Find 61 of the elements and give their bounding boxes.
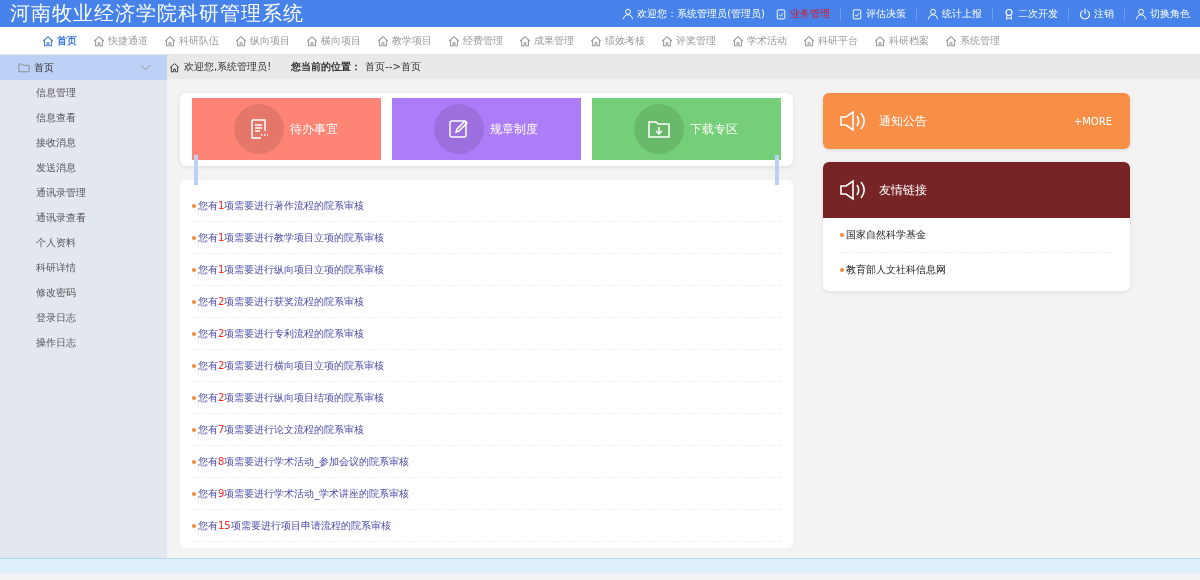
home-icon [945, 34, 957, 47]
sidebar-item[interactable]: 科研详情 [0, 255, 167, 280]
user-icon [622, 7, 635, 20]
header-link[interactable]: 评估决策 [851, 6, 906, 21]
user-icon [927, 7, 939, 20]
power-icon [1079, 7, 1091, 20]
links-title: 友情链接 [879, 181, 927, 199]
home-icon [732, 34, 744, 47]
system-title: 河南牧业经济学院科研管理系统 [10, 0, 304, 27]
home-icon [661, 34, 673, 47]
home-icon [169, 61, 180, 73]
nav-tab[interactable]: 首页 [34, 27, 85, 54]
home-icon [377, 34, 389, 47]
welcome-link[interactable]: 欢迎您：系统管理员(管理员) [622, 6, 765, 21]
home-icon [306, 34, 318, 47]
todo-link[interactable]: 您有15项需要进行项目申请流程的院系审核 [192, 510, 781, 542]
sidebar-item[interactable]: 修改密码 [0, 280, 167, 305]
sidebar-item[interactable]: 发送消息 [0, 155, 167, 180]
sidebar-group[interactable]: 首页 [0, 55, 167, 80]
home-icon [93, 34, 105, 47]
header-link[interactable]: 注销 [1079, 6, 1114, 21]
todo-link[interactable]: 您有1项需要进行教学项目立项的院系审核 [192, 222, 781, 254]
home-icon [235, 34, 247, 47]
home-icon [448, 34, 460, 47]
todo-link[interactable]: 您有2项需要进行获奖流程的院系审核 [192, 286, 781, 318]
todo-link[interactable]: 您有8项需要进行学术活动_参加会议的院系审核 [192, 446, 781, 478]
todo-link[interactable]: 您有9项需要进行学术活动_学术讲座的院系审核 [192, 478, 781, 510]
home-icon [874, 34, 886, 47]
sidebar-item[interactable]: 操作日志 [0, 330, 167, 355]
location-label: 您当前的位置： [291, 60, 362, 74]
header-link[interactable]: 切换角色 [1135, 6, 1190, 21]
clipboard-icon [775, 7, 787, 20]
header-link[interactable]: 统计上报 [927, 6, 982, 21]
todo-link[interactable]: 您有1项需要进行著作流程的院系审核 [192, 190, 781, 222]
sidebar-item[interactable]: 信息管理 [0, 80, 167, 105]
todo-link[interactable]: 您有7项需要进行论文流程的院系审核 [192, 414, 781, 446]
todo-link[interactable]: 您有1项需要进行纵向项目立项的院系审核 [192, 254, 781, 286]
home-icon [803, 34, 815, 47]
sidebar-item[interactable]: 通讯录查看 [0, 205, 167, 230]
sidebar-item[interactable]: 登录日志 [0, 305, 167, 330]
sidebar-item[interactable]: 信息查看 [0, 105, 167, 130]
sidebar-item[interactable]: 个人资料 [0, 230, 167, 255]
location-path: 首页-->首页 [365, 60, 421, 74]
home-icon [42, 34, 54, 47]
notice-title: 通知公告 [879, 112, 927, 130]
header-link[interactable]: 二次开发 [1003, 6, 1058, 21]
sidebar-item[interactable]: 通讯录管理 [0, 180, 167, 205]
home-icon [519, 34, 531, 47]
home-icon [164, 34, 176, 47]
friend-link[interactable]: 国家自然科学基金 [840, 218, 1112, 253]
friend-link[interactable]: 教育部人文社科信息网 [840, 253, 1112, 287]
folder-icon [18, 62, 30, 73]
todo-link[interactable]: 您有2项需要进行纵向项目结项的院系审核 [192, 382, 781, 414]
todo-link[interactable]: 您有2项需要进行专利流程的院系审核 [192, 318, 781, 350]
chevron-icon [140, 64, 151, 71]
award-icon [1003, 7, 1015, 20]
todo-link[interactable]: 您有2项需要进行横向项目立项的院系审核 [192, 350, 781, 382]
home-icon [590, 34, 602, 47]
welcome-text: 欢迎您,系统管理员! [184, 60, 272, 74]
sidebar-item[interactable]: 接收消息 [0, 130, 167, 155]
edit-icon [447, 117, 471, 141]
